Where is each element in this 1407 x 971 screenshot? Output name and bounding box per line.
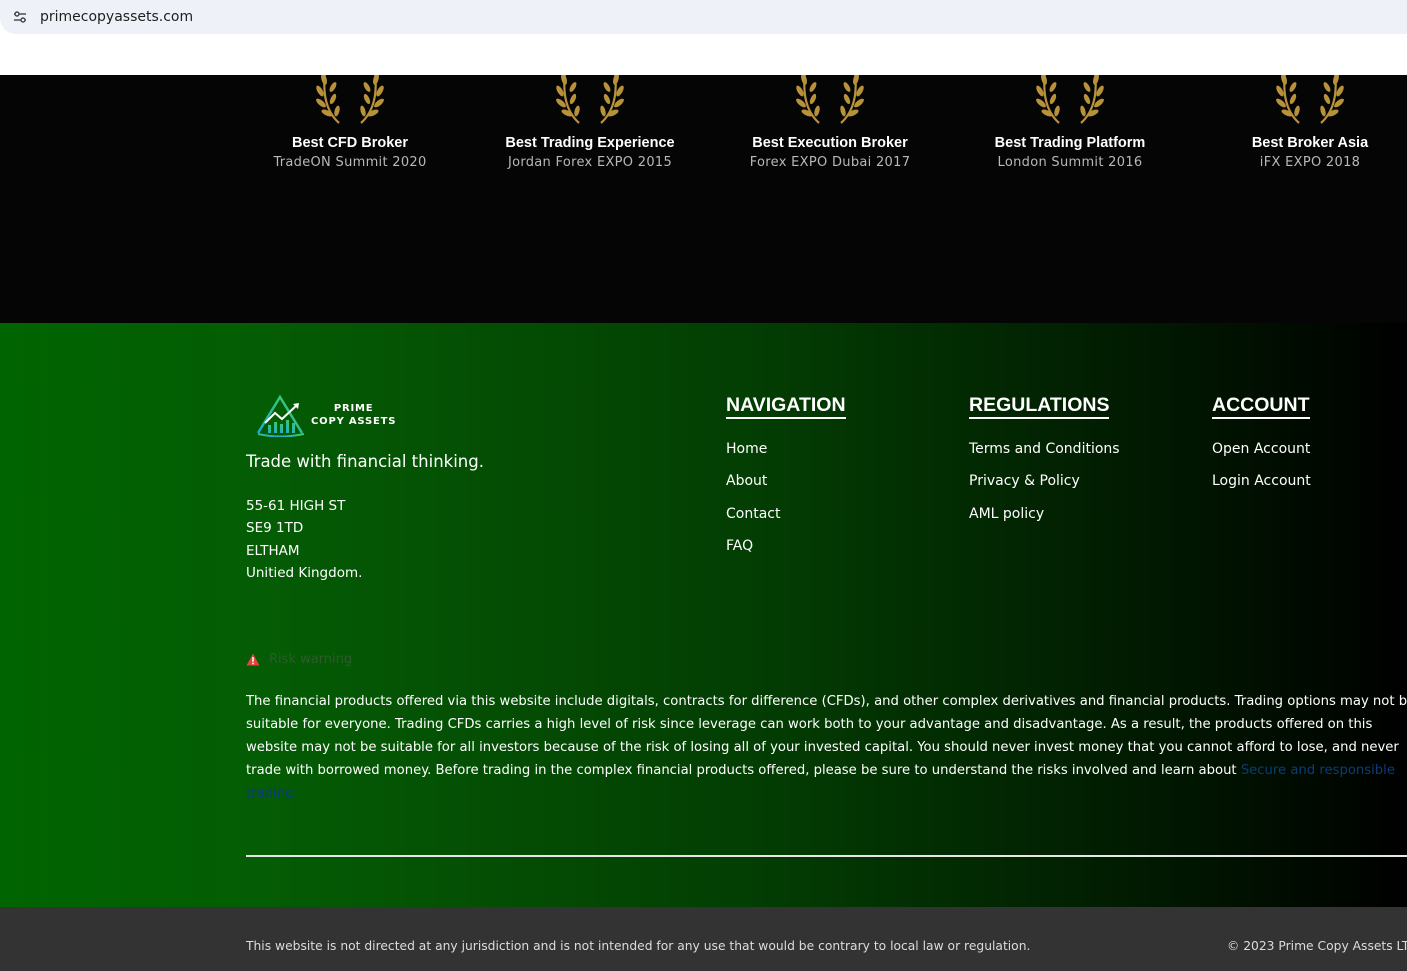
- site-footer: PRIME COPY ASSETS Trade with financial t…: [0, 323, 1407, 907]
- award-title: Best Broker Asia: [1251, 135, 1369, 151]
- navigation-heading: NAVIGATION: [726, 394, 846, 419]
- award-subtitle: London Summit 2016: [997, 155, 1143, 170]
- bottom-bar: This website is not directed at any juri…: [0, 907, 1407, 971]
- nav-link-about[interactable]: About: [726, 472, 846, 504]
- address-line: ELTHAM: [246, 542, 300, 559]
- jurisdiction-disclaimer: This website is not directed at any juri…: [246, 939, 1031, 953]
- laurel-wreath-icon: [795, 75, 865, 125]
- address-line: 55-61 HIGH ST: [246, 498, 346, 514]
- brand-name: PRIME COPY ASSETS: [311, 402, 396, 428]
- nav-link-contact[interactable]: Contact: [726, 505, 846, 537]
- regulations-heading: REGULATIONS: [969, 394, 1110, 419]
- risk-warning-body: The financial products offered via this …: [246, 694, 1407, 778]
- address-line: Unitied Kingdom.: [246, 564, 363, 581]
- award-subtitle: Forex EXPO Dubai 2017: [749, 155, 911, 170]
- account-column: ACCOUNT Open Account Login Account: [1212, 394, 1311, 505]
- warning-triangle-icon: [246, 653, 260, 666]
- award-subtitle: Jordan Forex EXPO 2015: [507, 155, 673, 170]
- navigation-column: NAVIGATION Home About Contact FAQ: [726, 394, 846, 569]
- award-subtitle: iFX EXPO 2018: [1259, 155, 1361, 170]
- reg-link-aml[interactable]: AML policy: [969, 505, 1120, 537]
- reg-link-privacy[interactable]: Privacy & Policy: [969, 472, 1120, 504]
- awards-section: Best CFD Broker TradeON Summit 2020 Best…: [0, 75, 1407, 323]
- risk-warning-heading: Risk warning: [246, 652, 352, 667]
- laurel-wreath-icon: [315, 75, 385, 125]
- laurel-wreath-icon: [1275, 75, 1345, 125]
- nav-link-home[interactable]: Home: [726, 440, 846, 472]
- award-title: Best Trading Platform: [994, 135, 1146, 151]
- regulations-column: REGULATIONS Terms and Conditions Privacy…: [969, 394, 1120, 537]
- chart-growth-logo-icon: [256, 394, 305, 437]
- award-title: Best Execution Broker: [752, 135, 908, 151]
- brand-name-line2: COPY ASSETS: [311, 416, 397, 427]
- account-link-open[interactable]: Open Account: [1212, 440, 1311, 472]
- award-subtitle: TradeON Summit 2020: [273, 155, 427, 170]
- award-title: Best CFD Broker: [291, 135, 409, 151]
- award-title: Best Trading Experience: [505, 135, 675, 151]
- reg-link-terms[interactable]: Terms and Conditions: [969, 440, 1120, 472]
- copyright-notice: © 2023 Prime Copy Assets LT: [1227, 939, 1407, 953]
- nav-link-faq[interactable]: FAQ: [726, 537, 846, 569]
- laurel-wreath-icon: [1035, 75, 1105, 125]
- address-line: SE9 1TD: [246, 520, 304, 537]
- brand-logo[interactable]: PRIME COPY ASSETS: [255, 393, 415, 437]
- account-link-login[interactable]: Login Account: [1212, 472, 1311, 504]
- page-header-strip: [0, 34, 1407, 75]
- company-address: 55-61 HIGH ST SE9 1TD ELTHAM Unitied Kin…: [246, 495, 362, 584]
- tagline: Trade with financial thinking.: [246, 452, 484, 471]
- account-heading: ACCOUNT: [1212, 394, 1310, 419]
- laurel-wreath-icon: [555, 75, 625, 125]
- risk-warning-label: Risk warning: [269, 652, 353, 667]
- footer-divider: [246, 855, 1407, 857]
- tune-icon[interactable]: [12, 9, 28, 25]
- brand-name-line1: PRIME: [333, 403, 374, 414]
- risk-warning-text: The financial products offered via this …: [246, 690, 1407, 805]
- address-bar[interactable]: primecopyassets.com: [0, 0, 1407, 34]
- url-text[interactable]: primecopyassets.com: [40, 9, 193, 25]
